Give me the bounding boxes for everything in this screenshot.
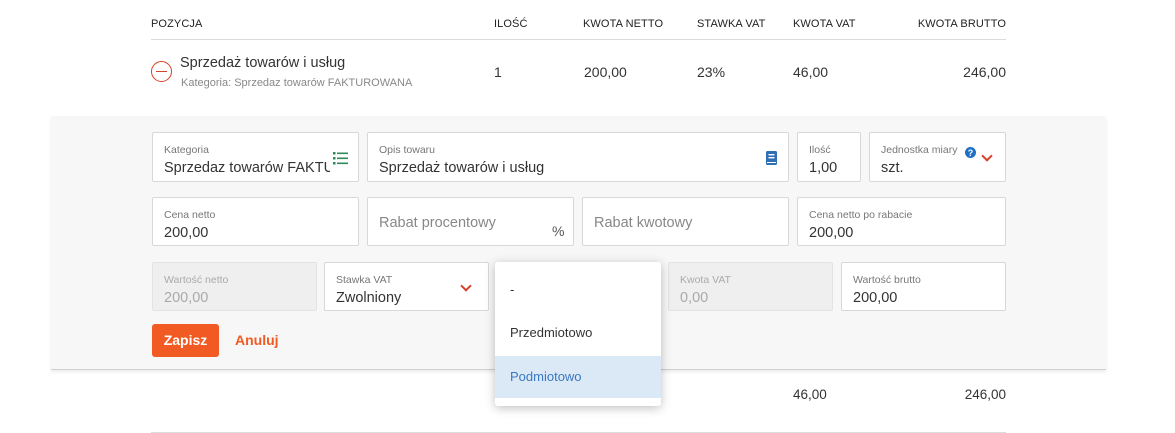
cancel-button[interactable]: Anuluj [235, 332, 279, 348]
unit-chevron-down-icon[interactable] [981, 150, 993, 162]
gross-value-label: Wartość brutto [853, 274, 921, 286]
dropdown-option[interactable]: Przedmiotowo [495, 312, 661, 354]
net-price-field[interactable]: Cena netto 200,00 [152, 197, 359, 246]
book-icon[interactable] [766, 151, 777, 165]
vat-amount-field: Kwota VAT 0,00 [668, 262, 833, 311]
header-divider [151, 39, 1006, 40]
remove-item-icon[interactable] [151, 61, 172, 82]
unit-label: Jednostka miary [881, 144, 958, 156]
header-quantity: ILOŚĆ [494, 18, 528, 30]
unit-select[interactable]: Jednostka miary szt. ? [869, 132, 1006, 182]
header-vat-amount: KWOTA VAT [793, 18, 856, 30]
net-value-value: 200,00 [164, 290, 209, 306]
net-after-discount-field[interactable]: Cena netto po rabacie 200,00 [797, 197, 1006, 246]
unit-value: szt. [881, 160, 904, 176]
description-label: Opis towaru [379, 144, 436, 156]
item-name: Sprzedaż towarów i usług [180, 55, 346, 71]
item-vat-rate: 23% [697, 64, 726, 80]
total-vat-amount: 46,00 [793, 387, 827, 402]
net-price-value: 200,00 [164, 225, 209, 241]
net-after-discount-value: 200,00 [809, 225, 854, 241]
category-field[interactable]: Kategoria Sprzedaz towarów FAKTUROWANA [152, 132, 359, 182]
percent-suffix: % [552, 223, 565, 239]
item-vat-amount: 46,00 [793, 64, 829, 80]
header-gross-amount: KWOTA BRUTTO [917, 18, 1006, 30]
category-value: Sprzedaz towarów FAKTUROWANA [164, 160, 330, 176]
discount-percent-field[interactable]: Rabat procentowy % [367, 197, 574, 246]
help-icon[interactable]: ? [965, 147, 976, 158]
quantity-value: 1,00 [809, 160, 838, 176]
dropdown-option-selected[interactable]: Podmiotowo [495, 356, 661, 398]
vat-amount-value: 0,00 [680, 290, 709, 306]
category-label: Kategoria [164, 144, 209, 156]
header-position: POZYCJA [151, 18, 203, 30]
discount-amount-field[interactable]: Rabat kwotowy [582, 197, 789, 246]
net-after-discount-label: Cena netto po rabacie [809, 209, 913, 221]
total-gross-amount: 246,00 [964, 387, 1006, 402]
quantity-label: Ilość [809, 144, 831, 156]
vat-rate-chevron-down-icon[interactable] [460, 280, 472, 292]
description-value: Sprzedaż towarów i usług [379, 160, 545, 176]
save-button[interactable]: Zapisz [152, 324, 219, 357]
description-field[interactable]: Opis towaru Sprzedaż towarów i usług [367, 132, 789, 182]
vat-rate-value: Zwolniony [336, 290, 402, 306]
item-gross-amount: 246,00 [963, 64, 1006, 80]
dropdown-option[interactable]: - [495, 269, 661, 311]
item-net-amount: 200,00 [584, 64, 627, 80]
discount-percent-placeholder: Rabat procentowy [379, 215, 496, 231]
header-net-amount: KWOTA NETTO [583, 18, 664, 30]
net-value-label: Wartość netto [164, 274, 229, 286]
gross-value-value: 200,00 [853, 290, 898, 306]
vat-exemption-dropdown[interactable]: - Przedmiotowo Podmiotowo [495, 262, 661, 406]
item-quantity: 1 [494, 64, 502, 80]
svg-text:?: ? [968, 148, 974, 158]
vat-rate-label: Stawka VAT [336, 274, 393, 286]
vat-rate-select[interactable]: Stawka VAT Zwolniony [324, 262, 489, 311]
net-price-label: Cena netto [164, 209, 216, 221]
discount-amount-placeholder: Rabat kwotowy [594, 215, 693, 231]
vat-amount-label: Kwota VAT [680, 274, 731, 286]
list-icon[interactable] [333, 152, 348, 165]
gross-value-field[interactable]: Wartość brutto 200,00 [841, 262, 1006, 311]
header-vat-rate: STAWKA VAT [697, 18, 766, 30]
quantity-field[interactable]: Ilość 1,00 [797, 132, 861, 182]
net-value-field: Wartość netto 200,00 [152, 262, 317, 311]
item-category: Kategoria: Sprzedaz towarów FAKTUROWANA [181, 77, 413, 89]
